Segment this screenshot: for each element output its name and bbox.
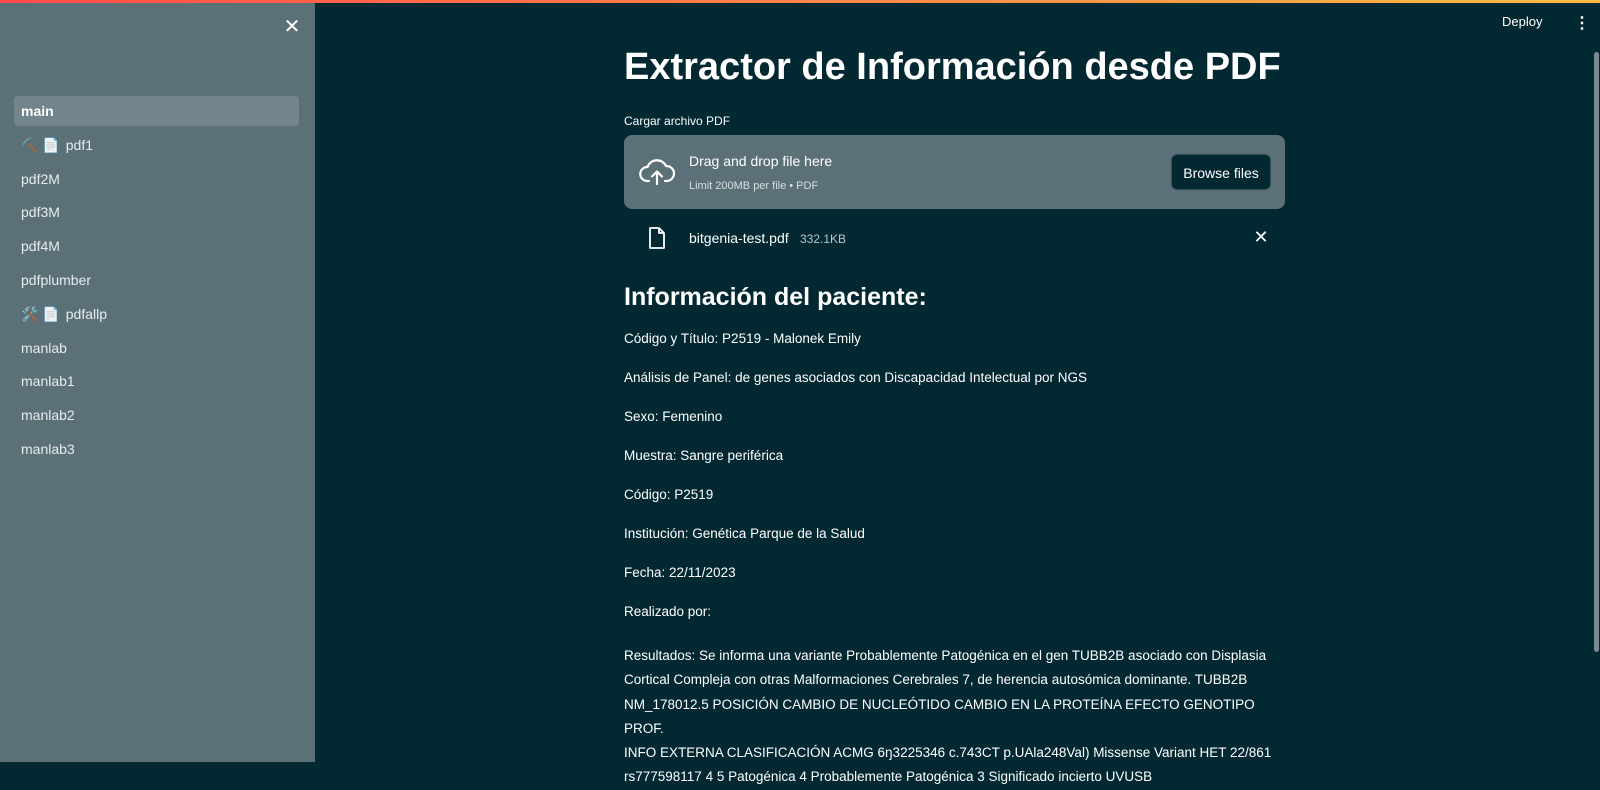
file-name: bitgenia-test.pdf <box>689 230 789 246</box>
sidebar-item-label: manlab3 <box>21 440 75 457</box>
sidebar-nav: main ⛏️ 📄 pdf1 pdf2M pdf3M pdf4M pdfplum… <box>14 96 299 468</box>
close-sidebar-icon[interactable]: ✕ <box>282 17 302 37</box>
sidebar-item-pdfallp[interactable]: 🛠️ 📄 pdfallp <box>14 299 299 329</box>
sidebar-item-label: manlab <box>21 339 67 356</box>
sidebar-item-label: manlab1 <box>21 373 75 390</box>
info-institution: Institución: Genética Parque de la Salud <box>624 526 865 541</box>
sidebar-item-pdf1[interactable]: ⛏️ 📄 pdf1 <box>14 130 299 160</box>
sidebar-item-manlab[interactable]: manlab <box>14 333 299 363</box>
main-menu-icon[interactable]: ⋮ <box>1574 13 1590 33</box>
uploaded-file-row: bitgenia-test.pdf 332.1KB ✕ <box>624 224 1285 254</box>
sidebar-item-label: main <box>21 103 54 119</box>
sidebar-item-manlab2[interactable]: manlab2 <box>14 400 299 430</box>
sidebar-item-pdf2m[interactable]: pdf2M <box>14 164 299 194</box>
cloud-upload-icon <box>639 159 675 186</box>
info-sex: Sexo: Femenino <box>624 409 723 424</box>
sidebar-item-pdf4m[interactable]: pdf4M <box>14 231 299 261</box>
info-sample: Muestra: Sangre periférica <box>624 448 784 463</box>
sidebar-item-label: pdf4M <box>21 238 60 255</box>
sidebar-item-label: pdf2M <box>21 170 60 187</box>
sidebar-item-label: pdf1 <box>65 136 94 153</box>
scrollbar[interactable] <box>1594 52 1599 652</box>
info-panel-analysis: Análisis de Panel: de genes asociados co… <box>624 370 1088 385</box>
dropzone-instructions: Drag and drop file here <box>689 153 833 169</box>
sidebar-item-main[interactable]: main <box>14 96 299 126</box>
dropzone-limit-text: Limit 200MB per file • PDF <box>689 180 819 192</box>
results-text: Resultados: Se informa una variante Prob… <box>624 644 1286 790</box>
remove-file-icon[interactable]: ✕ <box>1251 227 1271 248</box>
sidebar-item-pdf3m[interactable]: pdf3M <box>14 197 299 227</box>
tools-document-icon: 🛠️ 📄 <box>21 305 60 322</box>
patient-info-heading: Información del paciente: <box>624 283 927 311</box>
results-line: Cortical Compleja con otras Malformacion… <box>624 672 1248 688</box>
results-line: NM_178012.5 POSICIÓN CAMBIO DE NUCLEÓTID… <box>624 696 1255 736</box>
file-icon <box>649 227 665 249</box>
upload-label: Cargar archivo PDF <box>624 114 731 128</box>
sidebar-item-manlab1[interactable]: manlab1 <box>14 366 299 396</box>
sidebar-item-pdfplumber[interactable]: pdfplumber <box>14 265 299 295</box>
sidebar: ✕ main ⛏️ 📄 pdf1 pdf2M pdf3M pdf4M pdfpl… <box>0 3 315 762</box>
sidebar-item-label: manlab2 <box>21 407 75 424</box>
info-performed-by: Realizado por: <box>624 604 712 619</box>
results-line: Resultados: Se informa una variante Prob… <box>624 648 1267 663</box>
file-dropzone[interactable]: Drag and drop file here Limit 200MB per … <box>624 135 1285 209</box>
sidebar-item-label: pdf3M <box>21 204 60 221</box>
info-code-title: Código y Título: P2519 - Malonek Emily <box>624 331 861 346</box>
deploy-button[interactable]: Deploy <box>1502 14 1542 29</box>
sidebar-item-manlab3[interactable]: manlab3 <box>14 434 299 464</box>
info-code: Código: P2519 <box>624 487 714 502</box>
file-size: 332.1KB <box>800 232 847 246</box>
sidebar-item-label: pdfallp <box>65 305 108 322</box>
browse-files-button[interactable]: Browse files <box>1171 154 1271 190</box>
results-line: rs777598117 4 5 Patogénica 4 Probablemen… <box>624 769 1153 785</box>
page-title: Extractor de Información desde PDF <box>624 46 1281 88</box>
sidebar-item-label: pdfplumber <box>21 271 92 288</box>
pick-document-icon: ⛏️ 📄 <box>21 136 60 153</box>
info-date: Fecha: 22/11/2023 <box>624 565 736 580</box>
